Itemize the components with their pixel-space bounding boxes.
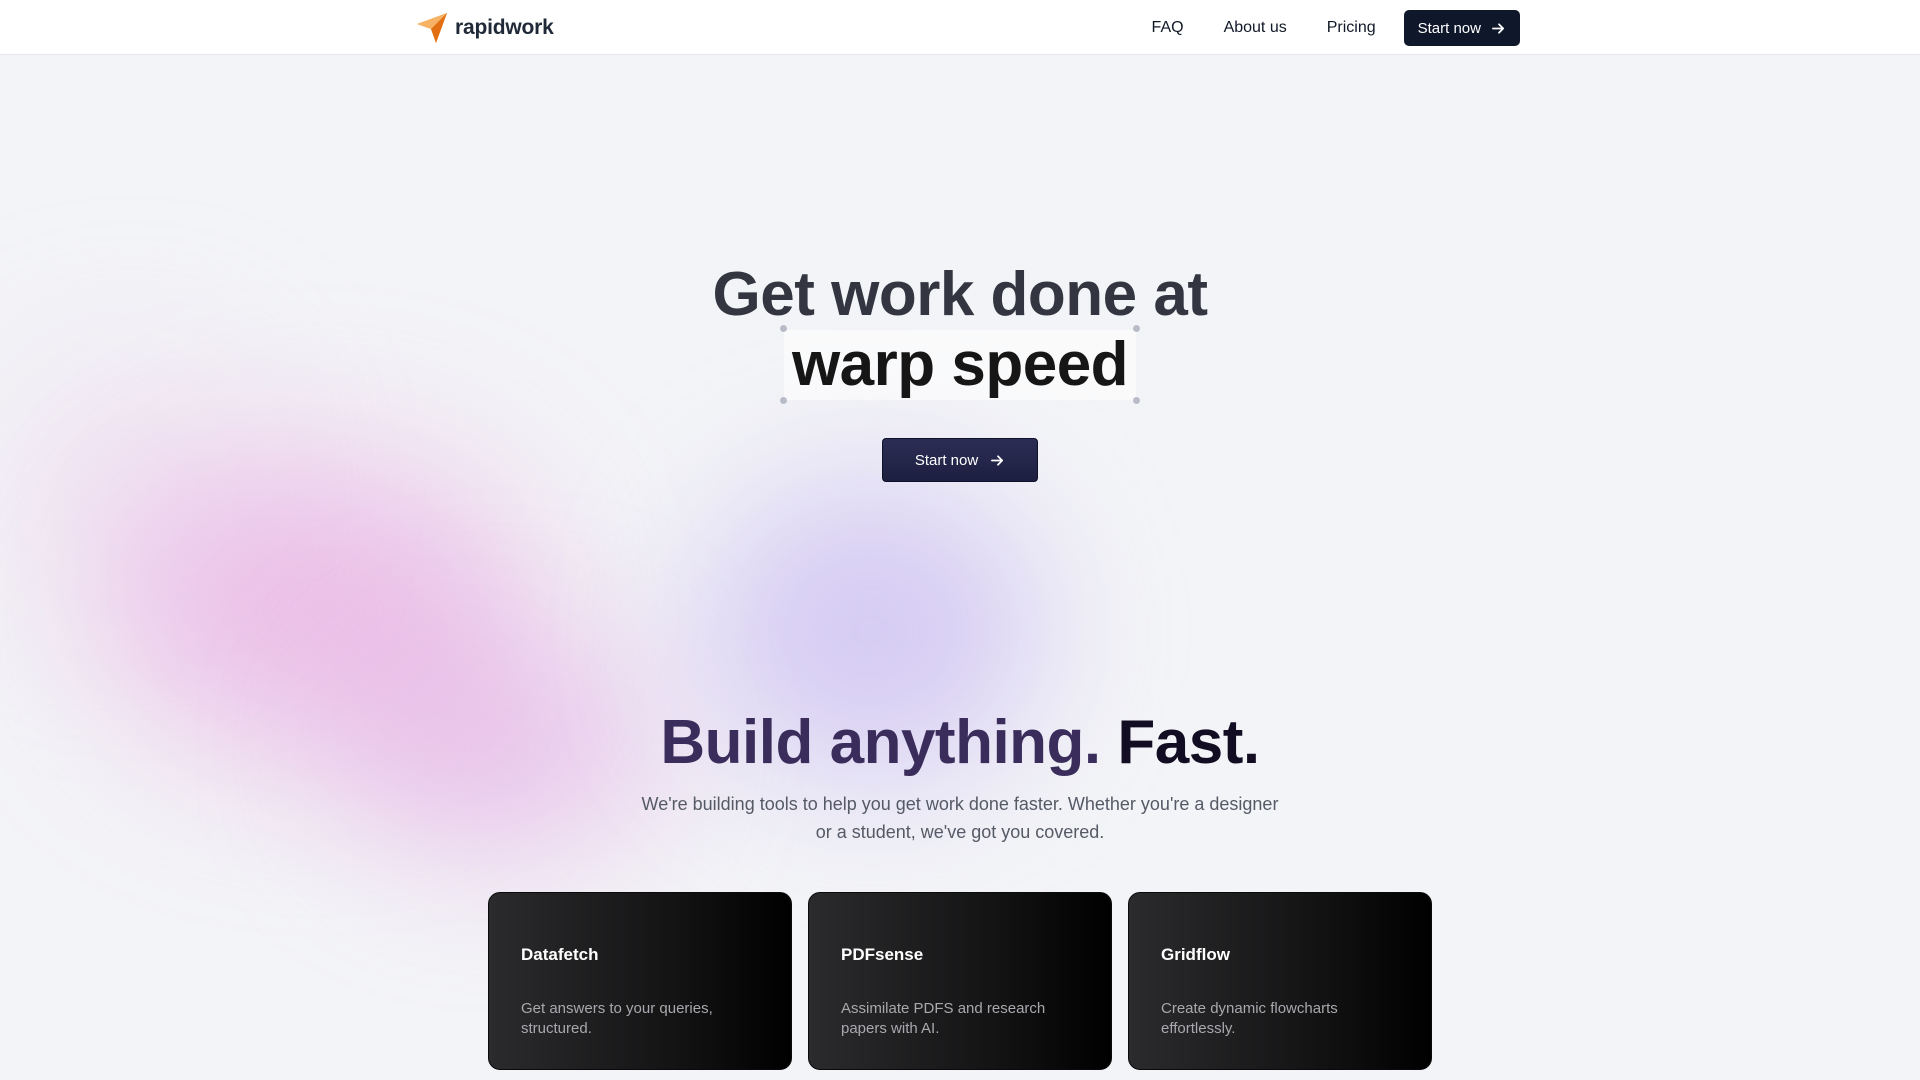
hero-selected-text-box[interactable]: warp speed — [779, 325, 1141, 404]
nav-start-now-button[interactable]: Start now — [1403, 10, 1520, 46]
hero-start-now-button[interactable]: Start now — [881, 438, 1039, 482]
card-description: Create dynamic flowcharts effortlessly. — [1161, 1000, 1338, 1037]
hero-heading-line2: warp speed — [791, 330, 1129, 399]
card-description: Get answers to your queries, structured. — [521, 1000, 713, 1037]
card-title: PDFsense — [841, 945, 924, 964]
section-title: Build anything. Fast. — [0, 706, 1920, 780]
top-navbar: rapidwork FAQ About us Pricing Start now — [0, 0, 1920, 55]
nav-start-now-label: Start now — [1417, 19, 1481, 37]
paper-plane-icon — [417, 13, 447, 43]
hero-cta-row: Start now — [0, 438, 1920, 482]
hero-heading-line1: Get work done at — [712, 260, 1208, 329]
arrow-right-icon — [991, 454, 1004, 466]
hero-section: Get work done at warp speed Start now — [0, 260, 1920, 482]
product-card-pdfsense[interactable]: PDFsense Assimilate PDFS and research pa… — [808, 892, 1112, 1070]
features-section: Build anything. Fast. We're building too… — [0, 706, 1920, 846]
nav-link-about-us[interactable]: About us — [1224, 10, 1287, 46]
nav-links: FAQ About us Pricing Start now — [1152, 10, 1520, 46]
section-title-part2: Fast. — [1117, 708, 1260, 777]
product-card-datafetch[interactable]: Datafetch Get answers to your queries, s… — [488, 892, 792, 1070]
brand-logo-link[interactable]: rapidwork — [415, 11, 554, 45]
card-title: Datafetch — [521, 945, 599, 964]
resize-handle[interactable] — [1133, 325, 1141, 332]
section-title-part1: Build anything. — [660, 708, 1101, 777]
resize-handle[interactable] — [779, 397, 787, 404]
nav-link-pricing[interactable]: Pricing — [1327, 10, 1376, 46]
product-card-gridflow[interactable]: Gridflow Create dynamic flowcharts effor… — [1128, 892, 1432, 1070]
hero-start-now-label: Start now — [914, 451, 979, 469]
card-description: Assimilate PDFS and research papers with… — [841, 1000, 1046, 1037]
resize-handle[interactable] — [1133, 397, 1141, 404]
nav-link-faq[interactable]: FAQ — [1152, 10, 1184, 46]
arrow-right-icon — [1492, 22, 1505, 34]
brand-name: rapidwork — [455, 16, 554, 39]
card-title: Gridflow — [1161, 945, 1230, 964]
resize-handle[interactable] — [779, 325, 787, 332]
section-subtitle: We're building tools to help you get wor… — [641, 794, 1279, 842]
product-cards: Datafetch Get answers to your queries, s… — [488, 892, 1432, 1070]
